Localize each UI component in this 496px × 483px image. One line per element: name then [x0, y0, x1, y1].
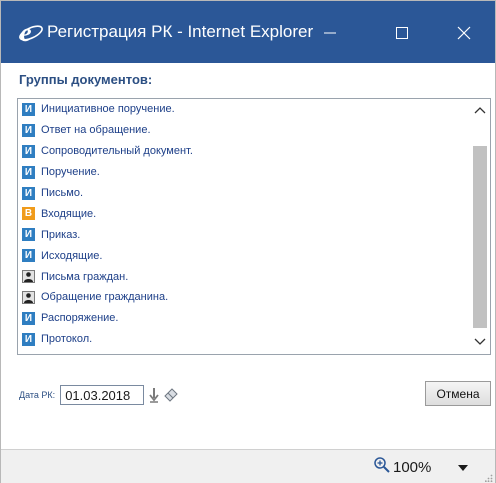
scroll-down-button[interactable]	[470, 333, 490, 351]
document-type-icon: И	[22, 186, 35, 200]
document-group-item[interactable]: И Приказ.	[18, 224, 470, 245]
citizen-icon	[22, 270, 35, 284]
document-group-item[interactable]: И Исходящие.	[18, 245, 470, 266]
document-group-item[interactable]: И Сопроводительный документ.	[18, 141, 470, 162]
document-group-label: Письмо.	[41, 187, 84, 199]
date-down-arrow-icon	[149, 388, 159, 403]
document-group-label: Исходящие.	[41, 249, 103, 262]
document-group-item[interactable]: И Ответ на обращение.	[18, 120, 470, 141]
title-bar: e Регистрация РК - Internet Explorer	[1, 1, 495, 63]
scroll-up-button[interactable]	[470, 101, 490, 119]
document-group-item[interactable]: И Инициативное поручение.	[18, 99, 470, 120]
document-groups-list[interactable]: И Инициативное поручение. И Ответ на обраще…	[17, 98, 491, 355]
document-group-label: Ответ на обращение.	[41, 124, 151, 137]
document-type-icon: И	[22, 332, 35, 346]
document-group-item[interactable]: И Протокол.	[18, 329, 470, 350]
document-type-icon: И	[22, 228, 35, 242]
document-group-label: Приказ.	[41, 228, 81, 241]
ie-window: e Регистрация РК - Internet Explorer Гру…	[0, 0, 496, 483]
document-group-label: Входящие.	[41, 207, 97, 220]
document-group-item[interactable]: Письма граждан.	[18, 266, 470, 287]
citizen-icon	[22, 290, 35, 304]
maximize-icon	[396, 27, 408, 39]
eraser-icon	[164, 388, 178, 402]
cancel-button[interactable]: Отмена	[425, 381, 491, 406]
document-group-item[interactable]: И Письмо.	[18, 183, 470, 204]
document-group-label: Поручение.	[41, 166, 100, 179]
date-picker-button[interactable]	[147, 385, 161, 405]
document-type-icon: И	[22, 249, 35, 263]
document-type-icon: И	[22, 311, 35, 325]
scrollbar-thumb[interactable]	[473, 146, 487, 328]
document-list-items: И Инициативное поручение. И Ответ на обраще…	[18, 99, 470, 350]
document-group-label: Обращение гражданина.	[41, 291, 169, 304]
incoming-document-icon: В	[22, 207, 35, 221]
document-type-icon: И	[22, 165, 35, 179]
minimize-button[interactable]	[307, 15, 353, 51]
document-group-label: Протокол.	[41, 333, 93, 346]
registration-date-input[interactable]	[60, 385, 145, 405]
status-bar: 100%	[1, 449, 495, 483]
zoom-dropdown-arrow-icon[interactable]	[456, 463, 470, 473]
document-group-item[interactable]: И Распоряжение.	[18, 308, 470, 329]
document-group-label: Письма граждан.	[41, 270, 129, 283]
internet-explorer-icon: e	[19, 19, 43, 45]
close-button[interactable]	[441, 15, 487, 51]
zoom-icon[interactable]	[373, 456, 391, 474]
minimize-icon	[324, 32, 336, 34]
document-group-label: Распоряжение.	[41, 312, 119, 325]
dialog-content: Группы документов: И Инициативное поручен…	[1, 63, 495, 449]
document-groups-heading: Группы документов:	[19, 72, 153, 87]
document-group-item[interactable]: И Поручение.	[18, 162, 470, 183]
svg-text:e: e	[20, 19, 32, 45]
document-group-label: Инициативное поручение.	[41, 103, 175, 116]
document-type-icon: И	[22, 102, 35, 116]
document-group-label: Сопроводительный документ.	[41, 145, 193, 158]
document-group-item[interactable]: В Входящие.	[18, 203, 470, 224]
resize-grip-icon[interactable]	[485, 474, 493, 482]
document-group-item[interactable]: Обращение гражданина.	[18, 287, 470, 308]
close-icon	[457, 26, 471, 40]
zoom-level[interactable]: 100%	[393, 459, 431, 476]
window-title: Регистрация РК - Internet Explorer	[47, 22, 314, 41]
document-type-icon: И	[22, 123, 35, 137]
clear-date-button[interactable]	[164, 385, 178, 405]
chevron-up-icon	[474, 107, 486, 114]
registration-date-row: Дата РК:	[19, 383, 178, 407]
list-scrollbar[interactable]	[470, 99, 490, 354]
registration-date-label: Дата РК:	[19, 390, 56, 400]
document-type-icon: И	[22, 144, 35, 158]
chevron-down-icon	[474, 338, 486, 345]
maximize-button[interactable]	[379, 15, 425, 51]
